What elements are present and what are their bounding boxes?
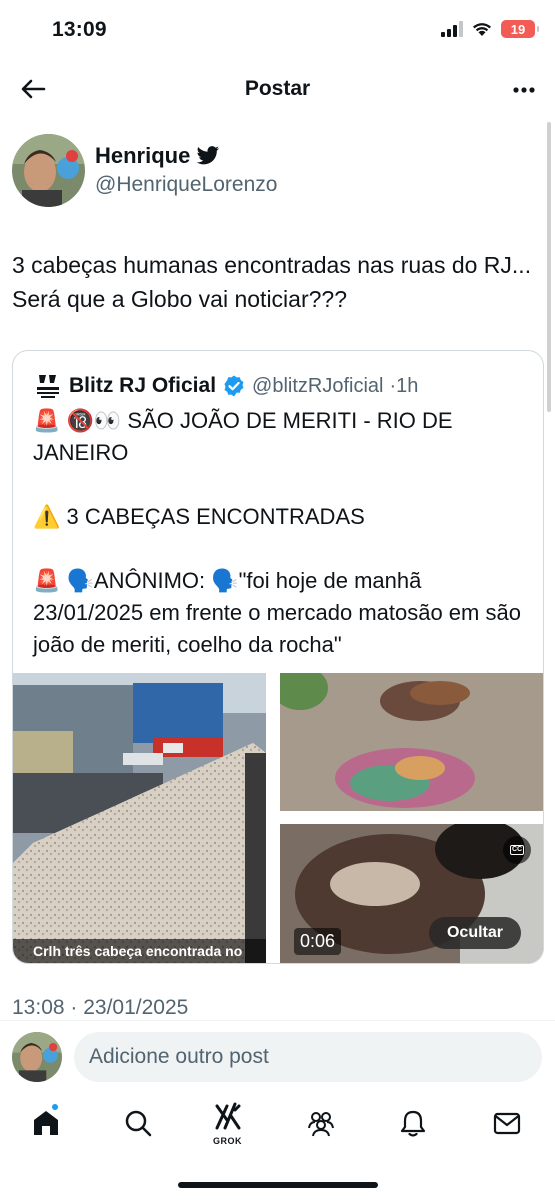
divider bbox=[0, 1020, 555, 1021]
media-image-ground[interactable] bbox=[280, 673, 543, 811]
signal-icon bbox=[441, 21, 463, 37]
quoted-author-name: Blitz RJ Oficial bbox=[69, 374, 217, 397]
verified-badge-icon bbox=[224, 375, 244, 397]
quoted-post-header: Blitz RJ Oficial @blitzRJoficial ·1h bbox=[33, 371, 418, 401]
author-name[interactable]: Henrique bbox=[95, 143, 220, 169]
notifications-bell-icon[interactable] bbox=[398, 1108, 428, 1138]
battery-indicator: 19 bbox=[501, 20, 539, 38]
wifi-icon bbox=[473, 23, 491, 36]
quoted-post-age: ·1h bbox=[389, 374, 419, 397]
media-caption: Crlh três cabeça encontrada no bbox=[13, 939, 266, 963]
author-name-text: Henrique bbox=[95, 143, 191, 168]
post-timestamp: 13:08 · 23/01/2025 bbox=[12, 996, 189, 1019]
messages-icon[interactable] bbox=[492, 1108, 522, 1138]
communities-icon[interactable] bbox=[306, 1108, 336, 1138]
captions-icon[interactable]: CC bbox=[503, 836, 531, 864]
author-avatar[interactable] bbox=[12, 134, 85, 207]
reply-input[interactable]: Adicione outro post bbox=[74, 1032, 542, 1082]
unread-indicator-dot bbox=[52, 1104, 58, 1110]
reply-placeholder: Adicione outro post bbox=[89, 1045, 269, 1068]
home-icon[interactable] bbox=[31, 1108, 61, 1138]
quoted-post[interactable]: Blitz RJ Oficial @blitzRJoficial ·1h 🚨 🔞… bbox=[12, 350, 544, 964]
hide-media-button[interactable]: Ocultar bbox=[428, 917, 521, 949]
blitz-logo-icon bbox=[33, 371, 63, 401]
scrollbar[interactable] bbox=[547, 122, 551, 412]
author-handle[interactable]: @HenriqueLorenzo bbox=[95, 173, 277, 197]
quoted-author-handle: @blitzRJoficial bbox=[252, 374, 384, 397]
page-title: Postar bbox=[244, 77, 311, 100]
home-indicator[interactable] bbox=[178, 1182, 378, 1188]
twitter-bird-icon bbox=[196, 146, 220, 165]
user-avatar[interactable] bbox=[12, 1032, 62, 1082]
media-image-street[interactable]: Crlh três cabeça encontrada no bbox=[13, 673, 266, 963]
more-options-icon[interactable] bbox=[509, 75, 539, 105]
media-video[interactable]: CC 0:06 Ocultar bbox=[280, 824, 543, 963]
bottom-tab-bar bbox=[0, 1100, 555, 1150]
status-icons: 19 bbox=[441, 20, 539, 38]
search-icon[interactable] bbox=[123, 1108, 153, 1138]
grok-icon[interactable] bbox=[213, 1102, 243, 1132]
video-duration: 0:06 bbox=[294, 928, 342, 955]
post-text: 3 cabeças humanas encontradas nas ruas d… bbox=[12, 252, 532, 312]
status-time: 13:09 bbox=[52, 18, 107, 41]
quoted-post-text: 🚨 🔞👀 SÃO JOÃO DE MERITI - RIO DE JANEIRO… bbox=[33, 408, 521, 657]
grok-label: GROK bbox=[213, 1136, 242, 1146]
